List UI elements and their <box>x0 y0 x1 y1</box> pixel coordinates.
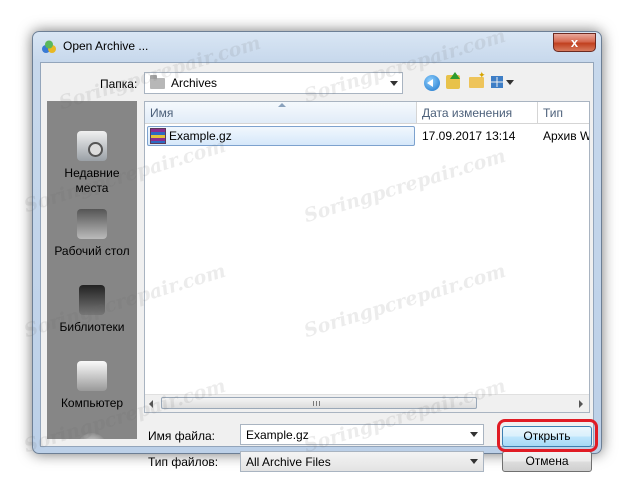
horizontal-scrollbar[interactable] <box>145 394 589 412</box>
scroll-grip-icon <box>313 401 321 406</box>
desktop-icon <box>77 209 107 239</box>
open-archive-dialog: Open Archive ... x Папка: Archives Недав… <box>32 31 602 472</box>
file-list[interactable]: Имя Дата изменения Тип Example.gz 17.09.… <box>144 101 590 413</box>
archive-file-icon <box>150 128 166 144</box>
filename-value: Example.gz <box>246 428 309 442</box>
filetype-select[interactable]: All Archive Files <box>240 451 484 472</box>
filetype-value: All Archive Files <box>246 455 331 469</box>
libraries-icon <box>79 285 105 315</box>
place-recent[interactable]: Недавние места <box>47 131 137 196</box>
file-date: 17.09.2017 13:14 <box>422 129 516 143</box>
place-computer[interactable]: Компьютер <box>47 361 137 411</box>
column-header-date[interactable]: Дата изменения <box>417 102 538 124</box>
window-title: Open Archive ... <box>63 39 149 53</box>
place-label: Библиотеки <box>59 320 125 334</box>
file-name: Example.gz <box>169 129 232 143</box>
sort-ascending-icon <box>278 103 286 107</box>
filetype-label: Тип файлов: <box>148 455 219 469</box>
back-arrow-icon[interactable] <box>424 75 440 91</box>
recent-places-icon <box>77 131 107 161</box>
file-row[interactable]: Example.gz 17.09.2017 13:14 Архив Wi <box>147 126 590 146</box>
scroll-right-icon[interactable] <box>579 400 583 408</box>
highlight-ring <box>497 419 598 452</box>
look-in-value: Archives <box>171 76 218 90</box>
computer-icon <box>77 361 107 391</box>
scroll-left-icon[interactable] <box>149 400 153 408</box>
place-desktop[interactable]: Рабочий стол <box>47 209 137 259</box>
folder-icon <box>150 75 165 89</box>
network-icon <box>77 433 107 439</box>
close-button[interactable]: x <box>553 33 596 52</box>
look-in-combo[interactable]: Archives <box>144 72 403 94</box>
column-name-label: Имя <box>150 106 174 120</box>
column-header-type[interactable]: Тип <box>538 102 589 124</box>
chevron-down-icon <box>506 80 514 85</box>
title-bar[interactable]: Open Archive ... x <box>33 32 601 62</box>
places-bar: Недавние места Рабочий стол Библиотеки К… <box>47 101 137 439</box>
new-folder-icon[interactable] <box>469 70 486 88</box>
up-folder-icon[interactable] <box>446 72 460 89</box>
place-label: Компьютер <box>60 396 124 410</box>
app-logo-icon <box>42 40 56 53</box>
chevron-down-icon <box>470 432 478 437</box>
place-label: Рабочий стол <box>54 244 130 258</box>
column-header-name[interactable]: Имя <box>145 102 417 124</box>
place-libraries[interactable]: Библиотеки <box>47 285 137 335</box>
dialog-client-area: Папка: Archives Недавние места Рабочий с… <box>40 62 598 472</box>
place-network[interactable] <box>47 433 137 439</box>
filename-input[interactable]: Example.gz <box>240 424 484 445</box>
look-in-label: Папка: <box>100 77 138 91</box>
file-type: Архив Wi <box>543 129 590 143</box>
view-grid-icon <box>491 76 503 88</box>
filename-label: Имя файла: <box>148 429 215 443</box>
cancel-button[interactable]: Отмена <box>502 451 592 472</box>
chevron-down-icon <box>470 459 478 464</box>
chevron-down-icon <box>390 81 398 86</box>
scroll-thumb[interactable] <box>161 397 477 409</box>
place-label: Недавние места <box>64 166 120 195</box>
view-menu-button[interactable] <box>491 74 515 92</box>
